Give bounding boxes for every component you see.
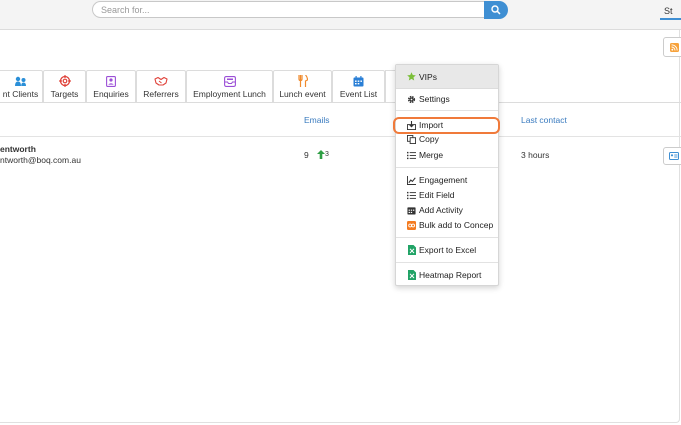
target-icon bbox=[58, 75, 71, 87]
column-header-emails[interactable]: Emails bbox=[304, 115, 330, 125]
contact-card-icon bbox=[669, 152, 679, 160]
tab-targets[interactable]: Targets bbox=[43, 70, 86, 102]
menu-item-add-activity[interactable]: Add Activity bbox=[396, 203, 498, 217]
top-nav-item[interactable]: St bbox=[664, 6, 673, 16]
menu-item-bulk-add-concep[interactable]: Bulk add to Concep bbox=[396, 218, 498, 232]
menu-item-vips[interactable]: VIPs bbox=[396, 65, 498, 89]
actions-dropdown-menu: VIPs Settings Import Copy Merge Engageme… bbox=[395, 64, 499, 286]
menu-item-engagement[interactable]: Engagement bbox=[396, 173, 498, 187]
line-chart-icon bbox=[407, 175, 416, 185]
menu-item-copy[interactable]: Copy bbox=[396, 132, 498, 146]
rss-button[interactable] bbox=[663, 37, 681, 57]
menu-item-label: Edit Field bbox=[419, 190, 455, 200]
contact-card-button[interactable] bbox=[663, 147, 681, 165]
list-icon bbox=[407, 191, 416, 200]
menu-separator bbox=[396, 167, 498, 168]
menu-item-label: Bulk add to Concep bbox=[419, 220, 494, 230]
calendar-icon bbox=[353, 75, 364, 87]
cutlery-icon bbox=[297, 75, 308, 87]
tab-clients[interactable]: nt Clients bbox=[0, 70, 43, 102]
search-input[interactable] bbox=[92, 1, 484, 18]
menu-item-label: VIPs bbox=[419, 71, 437, 82]
menu-item-label: Add Activity bbox=[419, 205, 463, 215]
menu-item-heatmap-report[interactable]: Heatmap Report bbox=[396, 268, 498, 282]
tab-enquiries[interactable]: Enquiries bbox=[86, 70, 136, 102]
tab-label: nt Clients bbox=[2, 89, 39, 99]
people-icon bbox=[14, 75, 27, 87]
excel-icon bbox=[407, 270, 416, 280]
tab-employment-lunch[interactable]: Employment Lunch bbox=[186, 70, 273, 102]
calendar-icon bbox=[407, 206, 416, 215]
menu-item-label: Merge bbox=[419, 150, 444, 160]
menu-item-edit-field[interactable]: Edit Field bbox=[396, 188, 498, 202]
menu-separator bbox=[396, 237, 498, 238]
excel-icon bbox=[407, 245, 416, 255]
tab-label: Employment Lunch bbox=[193, 89, 266, 99]
tab-divider bbox=[0, 102, 681, 103]
tab-event-list[interactable]: Event List bbox=[332, 70, 385, 102]
table-header-divider bbox=[0, 136, 681, 137]
email-count: 9 bbox=[304, 150, 309, 160]
menu-item-settings[interactable]: Settings bbox=[396, 92, 498, 106]
inbox-icon bbox=[223, 75, 236, 87]
rss-icon bbox=[669, 42, 679, 52]
contact-card-icon bbox=[106, 75, 116, 87]
menu-item-export-excel[interactable]: Export to Excel bbox=[396, 243, 498, 257]
tab-lunch-event[interactable]: Lunch event bbox=[273, 70, 332, 102]
search-button[interactable] bbox=[484, 1, 508, 19]
contact-email: ntworth@boq.com.au bbox=[0, 155, 81, 165]
menu-separator bbox=[396, 262, 498, 263]
tab-label: Referrers bbox=[143, 89, 179, 99]
tab-label: Targets bbox=[50, 89, 79, 99]
contact-name[interactable]: entworth bbox=[0, 144, 36, 154]
tab-label: Lunch event bbox=[279, 89, 326, 99]
handshake-icon bbox=[154, 75, 168, 87]
tab-label: Event List bbox=[339, 89, 378, 99]
menu-item-label: Settings bbox=[419, 94, 450, 104]
import-highlight-annotation bbox=[393, 117, 500, 134]
menu-item-label: Export to Excel bbox=[419, 245, 477, 255]
column-header-last-contact[interactable]: Last contact bbox=[521, 115, 567, 125]
email-delta: 3 bbox=[325, 151, 329, 158]
menu-item-label: Heatmap Report bbox=[419, 270, 482, 280]
concep-icon bbox=[407, 220, 416, 230]
last-contact-value: 3 hours bbox=[521, 150, 550, 160]
tab-label: Enquiries bbox=[93, 89, 129, 99]
arrow-up-icon bbox=[317, 150, 325, 159]
star-icon bbox=[407, 72, 416, 81]
search-icon bbox=[491, 5, 501, 15]
menu-separator bbox=[396, 110, 498, 111]
copy-icon bbox=[407, 134, 416, 144]
menu-item-label: Copy bbox=[419, 134, 439, 144]
list-icon bbox=[407, 151, 416, 160]
top-nav-active-indicator bbox=[660, 18, 681, 20]
menu-item-label: Engagement bbox=[419, 175, 468, 185]
gear-icon bbox=[407, 95, 416, 104]
menu-item-merge[interactable]: Merge bbox=[396, 148, 498, 162]
tab-referrers[interactable]: Referrers bbox=[136, 70, 186, 102]
